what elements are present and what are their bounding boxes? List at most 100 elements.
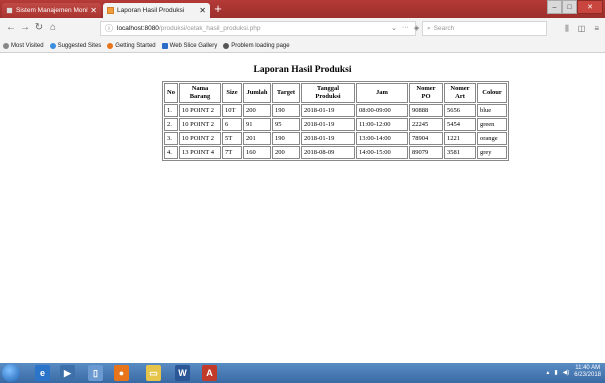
access-icon[interactable]: A	[202, 365, 217, 381]
back-arrow-icon[interactable]: ←	[4, 21, 18, 35]
new-tab-plus-icon[interactable]: +	[211, 2, 225, 16]
tab-label: Sistem Manajemen Monitoring	[16, 7, 89, 14]
search-placeholder: Search	[433, 25, 455, 32]
minimize-button[interactable]: –	[547, 0, 562, 14]
bookmark-getting-started[interactable]: Getting Started	[107, 43, 156, 49]
network-icon[interactable]: ▮	[554, 369, 557, 376]
table-cell: 10T	[222, 104, 242, 117]
bookmark-label: Getting Started	[115, 43, 156, 49]
menu-icon[interactable]: ≡	[594, 24, 599, 34]
table-cell: 13:00-14:00	[356, 132, 408, 145]
table-cell: 200	[272, 146, 300, 159]
maximize-button[interactable]: □	[562, 0, 577, 14]
table-body: 1. 10 POINT 2 10T 200 190 2018-01-19 08:00-09:…	[164, 104, 507, 159]
firefox-icon	[107, 43, 114, 49]
browser-titlebar: Sistem Manajemen Monitoring ✕ Laporan Ha…	[0, 0, 605, 18]
table-cell: 5T	[222, 132, 242, 145]
bookmark-most-visited[interactable]: Most Visited	[3, 43, 44, 49]
tab-sistem-manajemen[interactable]: Sistem Manajemen Monitoring ✕	[2, 3, 101, 18]
table-cell: green	[477, 118, 507, 131]
close-window-button[interactable]: ✕	[577, 0, 603, 14]
table-row: 2. 10 POINT 2 6 91 95 2018-01-19 11:00-12:00 22…	[164, 118, 507, 131]
volume-icon[interactable]: ◀)	[563, 369, 570, 376]
globe-icon	[223, 43, 230, 49]
bookmark-label: Most Visited	[11, 43, 44, 49]
tab-close-icon[interactable]: ✕	[199, 6, 206, 15]
table-cell: 10 POINT 2	[179, 118, 221, 131]
bookmarks-toolbar: Most Visited Suggested Sites Getting Sta…	[0, 40, 605, 53]
table-cell: 91	[243, 118, 271, 131]
table-cell: orange	[477, 132, 507, 145]
show-hidden-icons-icon[interactable]: ▴	[546, 369, 549, 376]
table-cell: 2018-01-19	[301, 118, 355, 131]
gear-icon	[3, 43, 9, 49]
home-icon[interactable]: ⌂	[46, 21, 60, 35]
window-controls: – □ ✕	[547, 0, 603, 14]
tab-laporan-hasil-produksi[interactable]: Laporan Hasil Produksi ✕	[103, 3, 210, 18]
table-cell: 3.	[164, 132, 178, 145]
url-host: localhost:8080	[117, 25, 159, 32]
column-header: Nomer Art	[444, 83, 476, 103]
table-cell: 3581	[444, 146, 476, 159]
bookmark-label: Suggested Sites	[57, 43, 102, 49]
table-row: 3. 10 POINT 2 5T 201 190 2018-01-19 13:00-14:0…	[164, 132, 507, 145]
table-cell: 160	[243, 146, 271, 159]
page-icon	[6, 7, 13, 14]
reload-icon[interactable]: ↻	[32, 21, 46, 35]
page-content: Laporan Hasil Produksi No Nama Barang Si…	[0, 53, 605, 363]
table-row: 4. 13 POINT 4 7T 160 200 2018-08-09 14:00-15:0…	[164, 146, 507, 159]
table-cell: 08:00-09:00	[356, 104, 408, 117]
navigation-toolbar: ← → ↻ ⌂ ⓘ localhost:8080/produksi/cetak_…	[0, 18, 605, 40]
search-input[interactable]: ⌕ Search	[422, 21, 547, 36]
table-cell: 7T	[222, 146, 242, 159]
table-cell: 6	[222, 118, 242, 131]
site-info-icon[interactable]: ⓘ	[105, 23, 113, 34]
bookmark-problem-loading[interactable]: Problem loading page	[223, 43, 290, 49]
address-bar[interactable]: ⓘ localhost:8080/produksi/cetak_hasil_pr…	[100, 21, 416, 36]
bookmark-web-slice-gallery[interactable]: Web Slice Gallery	[161, 43, 218, 49]
ie-icon[interactable]: e	[35, 365, 50, 381]
tab-close-icon[interactable]: ✕	[90, 6, 97, 15]
table-cell: 11:00-12:00	[356, 118, 408, 131]
table-cell: 4.	[164, 146, 178, 159]
table-cell: 14:00-15:00	[356, 146, 408, 159]
toolbar-right-icons: ⫼ ◫ ≡	[565, 24, 599, 34]
forward-arrow-icon[interactable]: →	[18, 21, 32, 35]
column-header: Size	[222, 83, 242, 103]
firefox-icon[interactable]: ●	[114, 365, 129, 381]
more-actions-icon[interactable]: ···	[402, 24, 409, 32]
table-cell: 10 POINT 2	[179, 104, 221, 117]
bookmark-label: Web Slice Gallery	[169, 43, 218, 49]
column-header: Colour	[477, 83, 507, 103]
page-icon	[107, 7, 114, 14]
pocket-icon[interactable]: ◈	[414, 24, 419, 32]
clock[interactable]: 11:40 AM 6/23/2018	[574, 365, 601, 379]
web-slice-icon	[161, 43, 168, 49]
table-cell: 190	[272, 104, 300, 117]
column-header: Jam	[356, 83, 408, 103]
media-player-icon[interactable]: ▶	[60, 365, 75, 381]
clock-time: 11:40 AM	[575, 365, 601, 371]
table-cell: 1221	[444, 132, 476, 145]
folder-icon[interactable]: ▭	[146, 365, 161, 381]
table-header-row: No Nama Barang Size Jumlah Target Tangga…	[164, 83, 507, 103]
table-cell: 2.	[164, 118, 178, 131]
file-explorer-icon[interactable]: ▯	[88, 365, 103, 381]
table-cell: 89079	[409, 146, 443, 159]
production-report-table: No Nama Barang Size Jumlah Target Tangga…	[162, 81, 509, 161]
sidebar-icon[interactable]: ◫	[578, 24, 586, 34]
clock-date: 6/23/2018	[574, 372, 601, 378]
start-button[interactable]	[2, 364, 20, 382]
table-cell: 10 POINT 2	[179, 132, 221, 145]
bookmark-suggested-sites[interactable]: Suggested Sites	[49, 43, 102, 49]
tab-label: Laporan Hasil Produksi	[117, 7, 185, 14]
table-cell: 13 POINT 4	[179, 146, 221, 159]
bookmark-label: Problem loading page	[231, 43, 290, 49]
library-icon[interactable]: ⫼	[565, 24, 569, 34]
chevron-down-icon[interactable]: ⌄	[391, 24, 397, 32]
ie-icon	[49, 43, 56, 49]
table-cell: blue	[477, 104, 507, 117]
word-icon[interactable]: W	[175, 365, 190, 381]
url-path: /produksi/cetak_hasil_produksi.php	[158, 25, 261, 32]
page-title: Laporan Hasil Produksi	[253, 65, 352, 75]
